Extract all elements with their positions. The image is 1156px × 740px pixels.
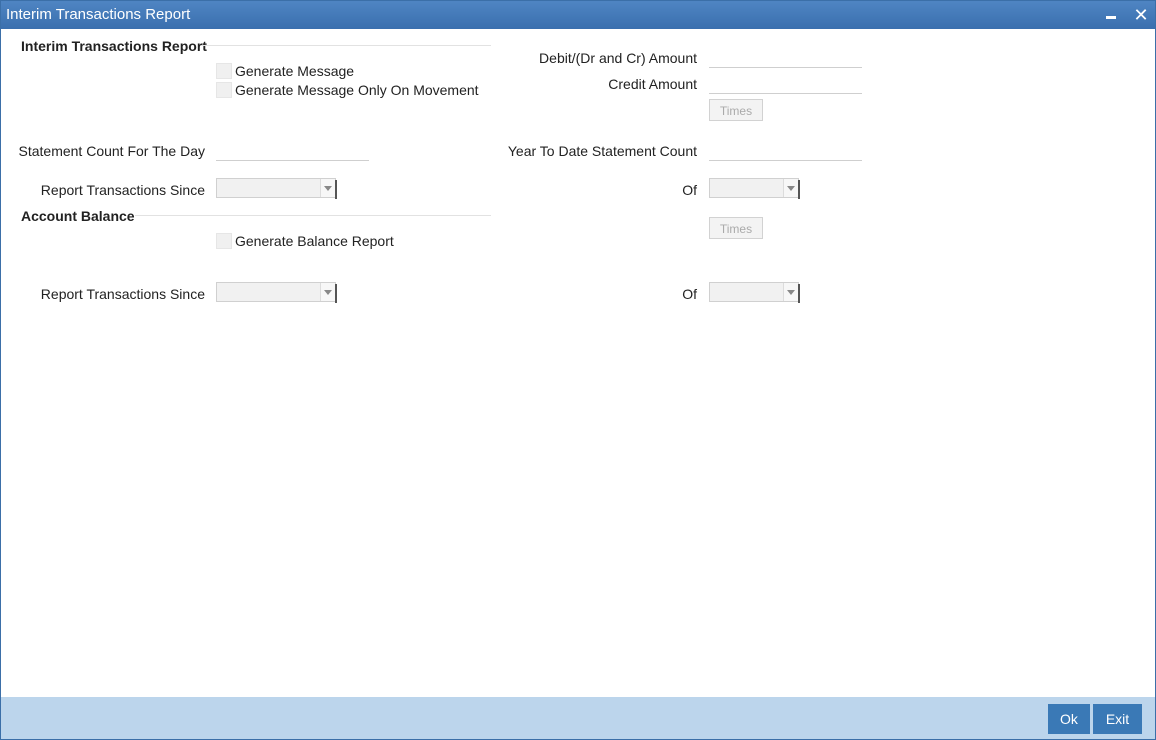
balance-report-since-label: Report Transactions Since <box>40 286 205 302</box>
interim-section-title: Interim Transactions Report <box>21 38 207 54</box>
balance-of-select[interactable] <box>709 282 800 303</box>
report-since-label: Report Transactions Since <box>40 182 205 198</box>
generate-balance-report-label: Generate Balance Report <box>235 233 394 249</box>
generate-message-label: Generate Message <box>235 63 355 79</box>
section-divider <box>201 45 491 46</box>
window-title: Interim Transactions Report <box>6 6 191 23</box>
balance-times-button[interactable]: Times <box>709 217 763 239</box>
generate-on-movement-label: Generate Message Only On Movement <box>235 82 479 98</box>
chevron-down-icon <box>787 290 795 295</box>
close-icon[interactable]: ✕ <box>1131 5 1151 25</box>
generate-message-checkbox[interactable] <box>216 63 232 79</box>
credit-amount-label: Credit Amount <box>608 76 697 92</box>
footer-bar: Ok Exit <box>1 697 1155 739</box>
balance-of-label: Of <box>682 286 697 302</box>
debit-amount-field[interactable] <box>709 47 862 68</box>
section-divider <box>135 215 491 216</box>
ok-button[interactable]: Ok <box>1048 704 1090 734</box>
credit-amount-field[interactable] <box>709 73 862 94</box>
interim-times-button[interactable]: Times <box>709 99 763 121</box>
title-bar[interactable]: Interim Transactions Report ✕ <box>1 1 1155 29</box>
statement-count-field[interactable] <box>216 140 369 161</box>
minimize-icon[interactable] <box>1101 5 1121 25</box>
of-label: Of <box>682 182 697 198</box>
balance-section-title: Account Balance <box>21 208 135 224</box>
statement-count-label: Statement Count For The Day <box>18 143 206 159</box>
balance-report-since-select[interactable] <box>216 282 337 303</box>
debit-amount-label: Debit/(Dr and Cr) Amount <box>539 50 697 66</box>
interim-transactions-window: Interim Transactions Report ✕ Interim Tr… <box>0 0 1156 740</box>
of-select[interactable] <box>709 178 800 199</box>
generate-balance-report-checkbox[interactable] <box>216 233 232 249</box>
report-since-select[interactable] <box>216 178 337 199</box>
chevron-down-icon <box>324 186 332 191</box>
generate-on-movement-checkbox[interactable] <box>216 82 232 98</box>
chevron-down-icon <box>787 186 795 191</box>
exit-button[interactable]: Exit <box>1093 704 1142 734</box>
chevron-down-icon <box>324 290 332 295</box>
ytd-count-field[interactable] <box>709 140 862 161</box>
ytd-count-label: Year To Date Statement Count <box>507 143 697 159</box>
